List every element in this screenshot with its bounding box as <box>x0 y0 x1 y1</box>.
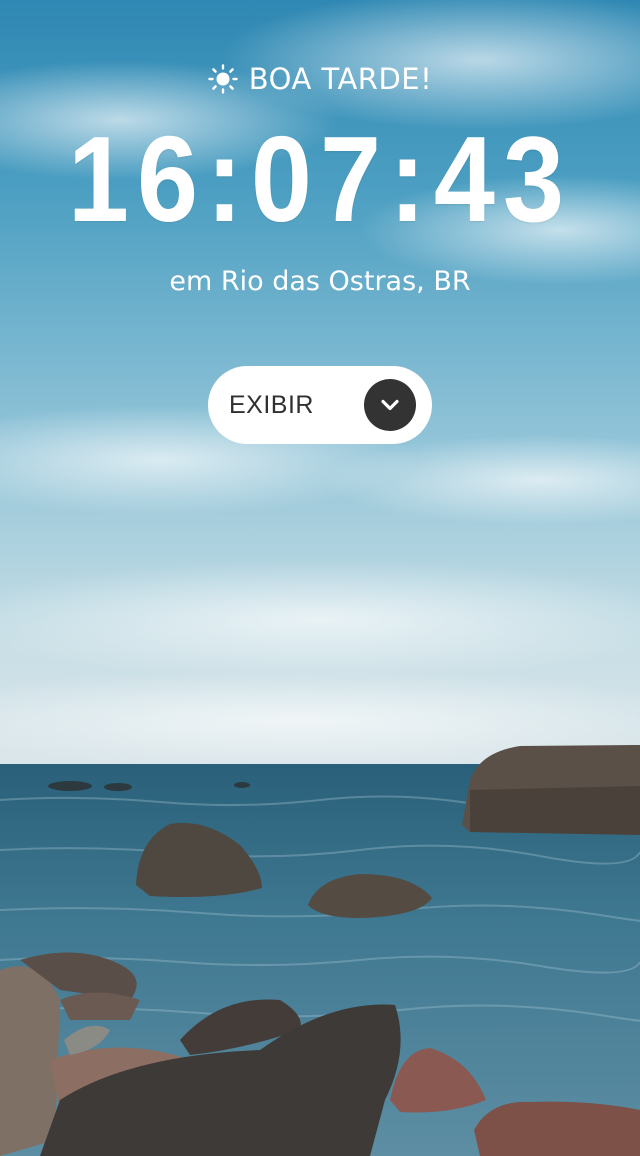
chevron-down-icon[interactable] <box>364 379 416 431</box>
exibir-toggle-button[interactable]: EXIBIR <box>208 366 432 444</box>
greeting: BOA TARDE! <box>0 62 640 96</box>
clock-time: 16:07:43 <box>67 111 573 247</box>
toggle-label: EXIBIR <box>229 390 314 419</box>
sun-icon <box>208 64 238 94</box>
location-text: em Rio das Ostras, BR <box>169 266 471 297</box>
greeting-text: BOA TARDE! <box>248 62 433 96</box>
